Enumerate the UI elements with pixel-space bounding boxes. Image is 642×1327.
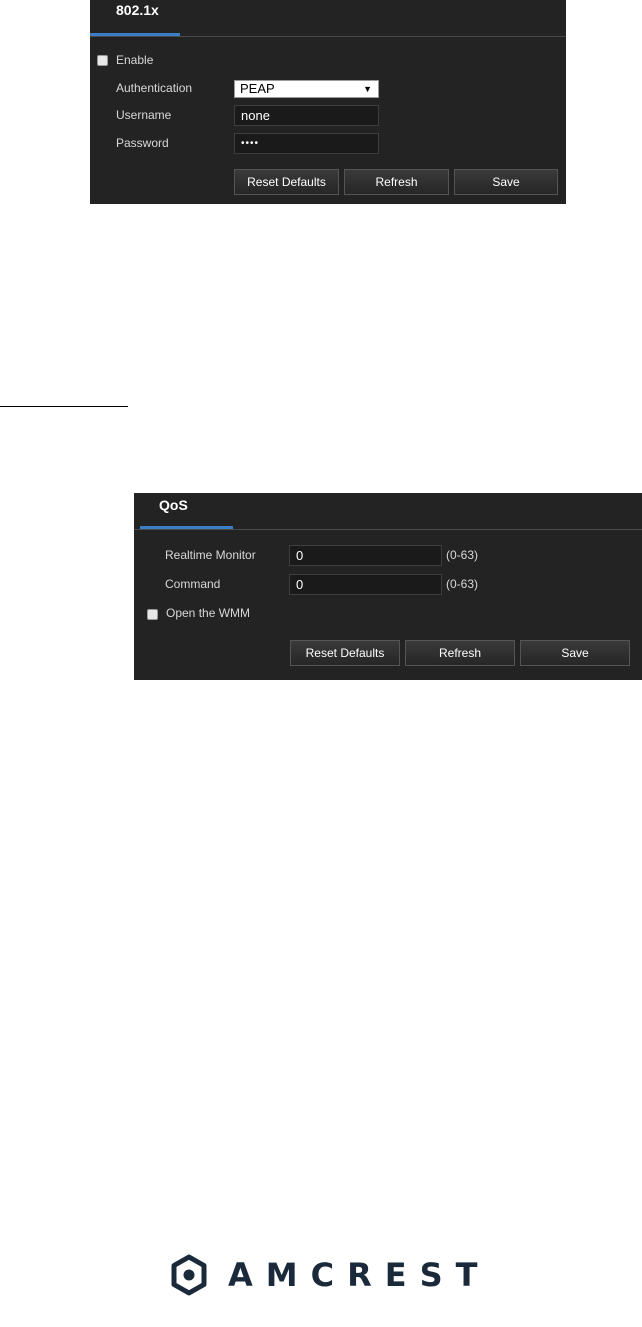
realtime-monitor-input[interactable]: 0: [289, 545, 442, 566]
enable-checkbox[interactable]: [97, 55, 108, 66]
realtime-monitor-label: Realtime Monitor: [165, 548, 256, 562]
command-label: Command: [165, 577, 221, 591]
wmm-label: Open the WMM: [166, 606, 251, 620]
reset-defaults-button[interactable]: Reset Defaults: [234, 169, 339, 195]
active-tab-indicator: [90, 33, 180, 36]
password-input[interactable]: ••••: [234, 133, 379, 154]
command-input[interactable]: 0: [289, 574, 442, 595]
amcrest-hexagon-icon: [171, 1254, 207, 1296]
password-label: Password: [116, 136, 169, 150]
brand-name: AMCREST: [228, 1256, 491, 1294]
active-tab-indicator: [140, 526, 233, 529]
qos-panel: QoS Realtime Monitor 0 (0-63) Command 0 …: [134, 493, 642, 680]
amcrest-logo: AMCREST: [170, 1254, 490, 1296]
save-button[interactable]: Save: [454, 169, 558, 195]
reset-defaults-button[interactable]: Reset Defaults: [290, 640, 400, 666]
realtime-monitor-range: (0-63): [446, 548, 479, 562]
tab-qos[interactable]: QoS: [159, 497, 188, 513]
refresh-button[interactable]: Refresh: [344, 169, 449, 195]
refresh-button[interactable]: Refresh: [405, 640, 515, 666]
qos-header: QoS: [134, 493, 642, 530]
wmm-checkbox[interactable]: [147, 609, 158, 620]
enable-label: Enable: [116, 53, 154, 67]
section-rule: [0, 406, 128, 407]
command-range: (0-63): [446, 577, 479, 591]
authentication-label: Authentication: [116, 81, 193, 95]
tab-dot1x[interactable]: 802.1x: [116, 2, 159, 18]
authentication-select[interactable]: PEAP ▼: [234, 80, 379, 98]
dropdown-arrow-icon: ▼: [363, 84, 372, 94]
username-label: Username: [116, 108, 172, 122]
dot1x-header: 802.1x: [90, 0, 566, 37]
authentication-value: PEAP: [240, 81, 275, 96]
username-input[interactable]: none: [234, 105, 379, 126]
dot1x-panel: 802.1x Enable Authentication PEAP ▼ User…: [90, 0, 566, 204]
save-button[interactable]: Save: [520, 640, 630, 666]
